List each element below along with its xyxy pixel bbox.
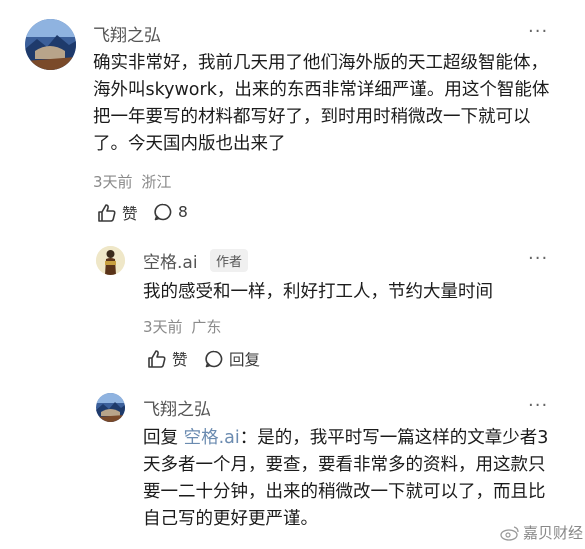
more-dots-icon[interactable]: ···: [528, 23, 548, 41]
reply-time: 3天前: [143, 318, 183, 336]
comment-text: 确实非常好，我前几天用了他们海外版的天工超级智能体，海外叫skywork，出来的…: [93, 53, 550, 154]
comment-time: 3天前: [93, 173, 133, 191]
reply-count-button[interactable]: 8: [153, 202, 188, 222]
watermark: 嘉贝财经: [500, 522, 583, 543]
comment-location: 浙江: [141, 173, 172, 191]
reply-button[interactable]: 回复: [204, 348, 260, 370]
comment-meta: 3天前 浙江: [93, 171, 171, 192]
comment-bubble-icon: [205, 350, 223, 368]
avatar[interactable]: [25, 19, 76, 70]
avatar[interactable]: [96, 246, 125, 275]
reply-username[interactable]: 空格.ai: [143, 248, 198, 273]
reply-count: 8: [178, 203, 188, 221]
reply-label: 回复: [229, 351, 261, 369]
like-label: 赞: [172, 351, 188, 369]
more-dots-icon[interactable]: ···: [528, 397, 548, 415]
avatar[interactable]: [96, 393, 125, 422]
reply-location: 广东: [191, 318, 222, 336]
author-badge: 作者: [210, 249, 249, 272]
reply-prefix: 回复: [143, 428, 178, 448]
like-button[interactable]: 赞: [147, 348, 188, 370]
reply-to-link[interactable]: 空格.ai: [184, 428, 240, 448]
watermark-text: 嘉贝财经: [523, 524, 584, 542]
reply-text: 我的感受和一样，利好打工人，节约大量时间: [143, 282, 493, 302]
like-button[interactable]: 赞: [97, 202, 138, 224]
reply-text: 回复 空格.ai：是的，我平时写一篇这样的文章少者3天多者一个月，要查，要看非常…: [143, 425, 559, 533]
more-dots-icon[interactable]: ···: [528, 250, 548, 268]
comment-username[interactable]: 飞翔之弘: [93, 21, 161, 46]
reply-username[interactable]: 飞翔之弘: [143, 395, 211, 420]
thumbs-up-icon: [98, 204, 116, 222]
comment-bubble-icon: [154, 203, 172, 221]
weibo-icon: [500, 525, 519, 541]
thumbs-up-icon: [148, 350, 166, 368]
like-label: 赞: [122, 205, 138, 223]
reply-meta: 3天前 广东: [143, 316, 221, 337]
